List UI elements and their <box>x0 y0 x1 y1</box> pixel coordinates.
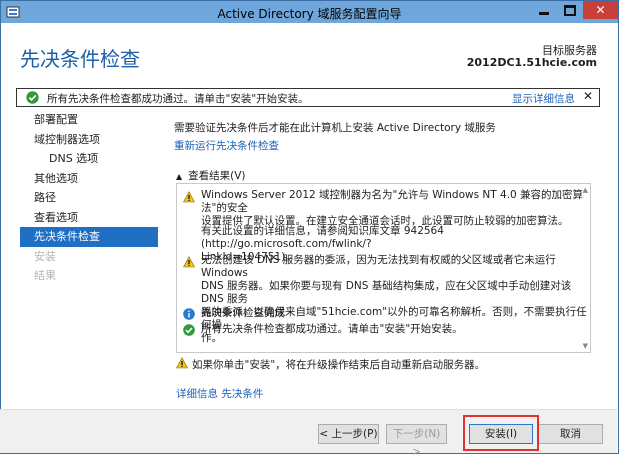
result-message: Windows Server 2012 域控制器为名为"允许与 Windows … <box>201 189 590 228</box>
view-results-heading: 查看结果(V) <box>188 170 246 182</box>
nav-item-dc-options[interactable]: 域控制器选项 <box>20 130 158 150</box>
warning-icon <box>183 256 195 268</box>
nav-item-dns-options[interactable]: DNS 选项 <box>20 149 158 169</box>
nav-item-results: 结果 <box>34 269 56 282</box>
info-icon <box>183 308 195 320</box>
status-text: 所有先决条件检查都成功通过。请单击"安装"开始安装。 <box>47 93 309 105</box>
results-panel[interactable]: Windows Server 2012 域控制器为名为"允许与 Windows … <box>176 183 591 353</box>
result-message: 所有先决条件检查都成功通过。请单击"安装"开始安装。 <box>201 323 463 336</box>
success-check-icon <box>183 324 195 336</box>
page-title: 先决条件检查 <box>20 47 140 71</box>
nav-item-paths[interactable]: 路径 <box>20 188 158 208</box>
scroll-up-icon[interactable]: ▲ <box>583 186 588 194</box>
restart-warning-text: 如果你单击"安装"，将在升级操作结束后自动重新启动服务器。 <box>192 359 486 371</box>
more-about-prerequisites-link[interactable]: 详细信息 先决条件 <box>176 386 263 401</box>
next-button: 下一步(N) > <box>386 424 447 458</box>
window-title: Active Directory 域服务配置向导 <box>217 7 402 21</box>
nav-item-review-options[interactable]: 查看选项 <box>20 208 158 228</box>
rerun-prerequisites-link[interactable]: 重新运行先决条件检查 <box>174 138 279 153</box>
warning-icon <box>183 191 195 203</box>
install-highlight-box <box>463 415 539 451</box>
result-line: DNS 服务器。如果你要与现有 DNS 基础结构集成，应在父区域中手动创建对该 … <box>201 280 572 305</box>
view-results-toggle[interactable]: ▲ 查看结果(V) <box>176 168 246 183</box>
scroll-down-icon[interactable]: ▼ <box>583 342 588 350</box>
close-button[interactable]: ✕ <box>583 1 618 19</box>
success-check-icon <box>26 91 39 104</box>
show-details-link[interactable]: 显示详细信息 <box>512 91 575 106</box>
result-message: 先决条件检查完成 <box>201 307 285 320</box>
nav-item-additional-options[interactable]: 其他选项 <box>20 169 158 189</box>
minimize-button[interactable] <box>531 1 557 19</box>
result-line: 无法创建该 DNS 服务器的委派，因为无法找到有权威的父区域或者它未运行 Win… <box>201 254 556 279</box>
result-line: 有关此设置的详细信息，请参阅知识库文章 942564 (http://go.mi… <box>201 225 444 250</box>
result-line: 先决条件检查完成 <box>201 307 285 319</box>
result-line: Windows Server 2012 域控制器为名为"允许与 Windows … <box>201 189 584 214</box>
intro-text: 需要验证先决条件后才能在此计算机上安装 Active Directory 域服务 <box>174 122 496 134</box>
target-server-value: 2012DC1.51hcie.com <box>466 56 597 69</box>
cancel-button[interactable]: 取消 <box>538 424 603 444</box>
result-line: 所有先决条件检查都成功通过。请单击"安装"开始安装。 <box>201 323 463 335</box>
previous-button[interactable]: < 上一步(P) <box>318 424 379 444</box>
nav-item-prerequisites-check[interactable]: 先决条件检查 <box>20 227 158 247</box>
wizard-nav: 部署配置 域控制器选项 DNS 选项 其他选项 路径 查看选项 先决条件检查 安… <box>20 110 158 286</box>
warning-icon <box>176 357 188 369</box>
title-bar[interactable]: Active Directory 域服务配置向导 ✕ <box>1 1 618 23</box>
minimize-icon <box>539 11 549 15</box>
maximize-button[interactable] <box>557 1 583 19</box>
close-icon: ✕ <box>595 3 606 17</box>
nav-item-deployment-config[interactable]: 部署配置 <box>20 110 158 130</box>
maximize-icon <box>564 4 576 16</box>
collapse-arrow-icon: ▲ <box>176 172 183 181</box>
status-notification: 所有先决条件检查都成功通过。请单击"安装"开始安装。 显示详细信息 ✕ <box>16 88 600 107</box>
dismiss-notification-icon[interactable]: ✕ <box>583 89 593 103</box>
nav-item-installation: 安装 <box>34 249 56 263</box>
